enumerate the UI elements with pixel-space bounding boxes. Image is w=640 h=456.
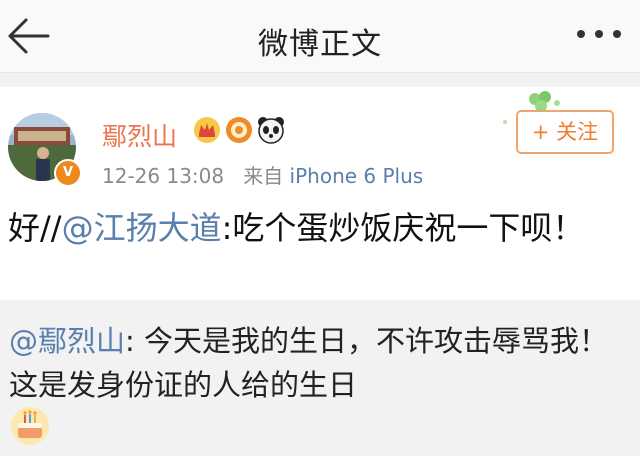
panda-badge-icon[interactable] xyxy=(256,115,286,145)
mention-link[interactable]: @江扬大道 xyxy=(62,209,222,247)
post-source[interactable]: iPhone 6 Plus xyxy=(290,164,424,188)
author-name[interactable]: 鄢烈山 xyxy=(102,117,177,153)
post-time: 12-26 13:08 xyxy=(102,164,225,188)
top-navigation-bar: 微博正文 xyxy=(0,0,640,73)
follow-button[interactable]: + 关注 xyxy=(516,110,614,154)
section-divider xyxy=(0,73,640,87)
reposted-content[interactable]: @鄢烈山: 今天是我的生日，不许攻击辱骂我！这是发身份证的人给的生日 xyxy=(0,300,640,456)
post-meta: 12-26 13:08 来自 iPhone 6 Plus xyxy=(102,160,423,189)
post-content: 好//@江扬大道:吃个蛋炒饭庆祝一下呗！ xyxy=(8,204,618,252)
post-text-body: :吃个蛋炒饭庆祝一下呗！ xyxy=(221,209,585,247)
birthday-cake-emoji xyxy=(10,406,50,446)
post-text-prefix: 好// xyxy=(8,209,62,247)
repost-author-mention[interactable]: @鄢烈山 xyxy=(9,324,125,358)
repost-text: @鄢烈山: 今天是我的生日，不许攻击辱骂我！这是发身份证的人给的生日 xyxy=(9,319,619,407)
more-dots-icon[interactable] xyxy=(574,24,624,44)
verified-badge-icon: V xyxy=(54,159,82,187)
page-title: 微博正文 xyxy=(258,27,382,62)
weibo-post: V 鄢烈山 12-26 13:08 来自 iPhone 6 Plus + 关注 … xyxy=(0,87,640,300)
sun-medal-badge-icon[interactable] xyxy=(224,115,254,145)
source-prefix: 来自 xyxy=(243,164,284,188)
crown-badge-icon[interactable] xyxy=(192,115,222,145)
